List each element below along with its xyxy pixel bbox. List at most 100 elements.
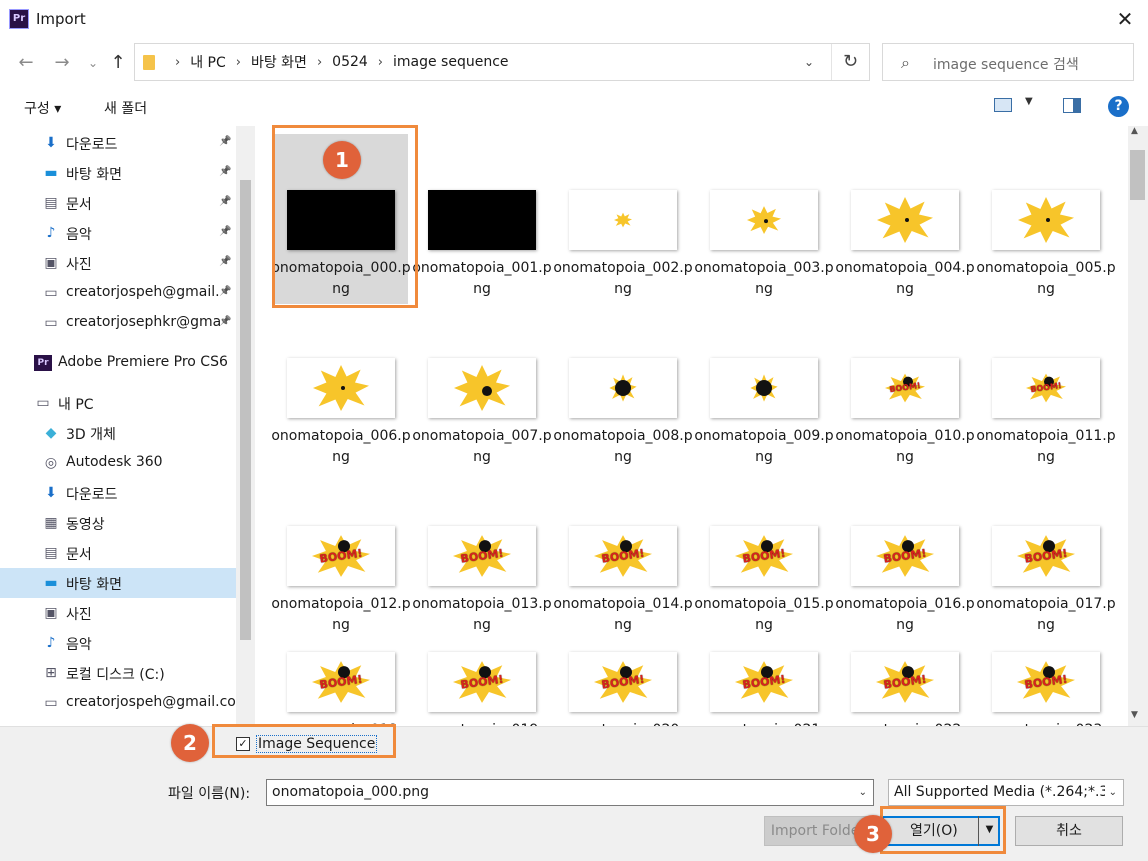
sidebar-item-label: 동영상 <box>66 517 105 533</box>
bomb-graphic <box>482 385 492 396</box>
sidebar-item[interactable]: ▣ 사진 📌 <box>0 248 236 278</box>
close-button[interactable]: ✕ <box>1102 0 1148 38</box>
breadcrumb-item[interactable]: 0524 <box>332 54 368 70</box>
sidebar-item[interactable]: ▭ creatorjospeh@gmail. 📌 <box>0 278 236 308</box>
file-thumbnail <box>710 358 818 418</box>
file-name-field[interactable]: onomatopoia_000.png ⌄ <box>266 779 874 806</box>
document-icon: ▤ <box>44 195 58 211</box>
sidebar-item[interactable]: ▦ 동영상 <box>0 508 236 538</box>
file-thumbnail: BOOM! <box>992 526 1100 586</box>
sidebar-item[interactable]: ▤ 문서 📌 <box>0 188 236 218</box>
sidebar-item[interactable]: ⬇ 다운로드 <box>0 478 236 508</box>
file-item[interactable]: BOOM! onomatopoia_014.png <box>553 470 693 640</box>
file-item[interactable]: BOOM! onomatopoia_016.png <box>835 470 975 640</box>
file-item[interactable]: onomatopoia_007.png <box>412 302 552 472</box>
search-placeholder: image sequence 검색 <box>933 57 1079 73</box>
preview-pane-icon[interactable] <box>1063 98 1081 113</box>
file-type-select[interactable]: All Supported Media (*.264;*.3 ⌄ <box>888 779 1124 806</box>
sidebar-item[interactable]: ▭ 내 PC <box>0 388 236 418</box>
file-item[interactable]: BOOM!onomatopoia_020.png <box>553 638 693 726</box>
sidebar-item[interactable]: ▭ creatorjosephkr@gma 📌 <box>0 308 236 338</box>
sidebar-item[interactable]: Pr Adobe Premiere Pro CS6 <box>0 348 236 378</box>
chevron-down-icon[interactable]: ⌄ <box>859 780 867 805</box>
sidebar-scrollbar-thumb[interactable] <box>240 180 251 640</box>
pin-icon[interactable]: 📌 <box>219 286 231 297</box>
sidebar-item[interactable]: ⊞ 로컬 디스크 (C:) <box>0 658 236 688</box>
file-list-scrollbar-thumb[interactable] <box>1130 150 1145 200</box>
file-thumbnail: BOOM! <box>851 358 959 418</box>
highlight-image-sequence <box>212 724 396 758</box>
sidebar-item[interactable]: ▬ 바탕 화면 📌 <box>0 158 236 188</box>
new-folder-button[interactable]: 새 폴더 <box>104 98 147 118</box>
pin-icon[interactable]: 📌 <box>219 316 231 327</box>
sidebar-item[interactable]: ♪ 음악 📌 <box>0 218 236 248</box>
file-item[interactable]: BOOM! onomatopoia_015.png <box>694 470 834 640</box>
search-input[interactable]: ⌕ image sequence 검색 <box>882 43 1134 81</box>
sidebar-item-label: 사진 <box>66 257 92 273</box>
sidebar-item-label: 사진 <box>66 607 92 623</box>
sidebar-item[interactable]: ▬ 바탕 화면 <box>0 568 236 598</box>
pc-icon: ▭ <box>36 395 50 411</box>
help-button[interactable]: ? <box>1108 96 1129 117</box>
file-item[interactable]: onomatopoia_001.png <box>412 134 552 304</box>
bomb-graphic <box>1046 217 1050 222</box>
burst-graphic <box>614 212 632 228</box>
scroll-up-icon[interactable]: ▲ <box>1131 126 1138 136</box>
burst-figure <box>313 365 369 411</box>
address-bar[interactable]: › 내 PC › 바탕 화면 › 0524 › image sequence ⌄… <box>134 43 870 81</box>
recent-locations-button[interactable]: ⌄ <box>84 50 102 76</box>
breadcrumb-item[interactable]: image sequence <box>393 54 509 70</box>
windows-drive-icon: ⊞ <box>45 665 57 681</box>
file-item[interactable]: BOOM!onomatopoia_023.png <box>976 638 1116 726</box>
chevron-down-icon[interactable]: ⌄ <box>795 48 823 76</box>
pin-icon[interactable]: 📌 <box>219 196 231 207</box>
pin-icon[interactable]: 📌 <box>219 166 231 177</box>
pin-icon[interactable]: 📌 <box>219 256 231 267</box>
file-item[interactable]: onomatopoia_002.png <box>553 134 693 304</box>
file-name-label: onomatopoia_010.png <box>835 428 975 465</box>
sidebar-item[interactable]: ◆ 3D 개체 <box>0 418 236 448</box>
file-name-label: onomatopoia_003.png <box>694 260 834 297</box>
sidebar-item[interactable]: ▤ 문서 <box>0 538 236 568</box>
scroll-down-icon[interactable]: ▼ <box>1131 710 1138 720</box>
sidebar-item[interactable]: ◎ Autodesk 360 <box>0 448 236 478</box>
pin-icon[interactable]: 📌 <box>219 136 231 147</box>
file-thumbnail: BOOM! <box>992 358 1100 418</box>
file-item[interactable]: BOOM! onomatopoia_010.png <box>835 302 975 472</box>
sidebar-item[interactable]: ♪ 음악 <box>0 628 236 658</box>
back-button[interactable]: ← <box>14 50 38 76</box>
file-item[interactable]: BOOM!onomatopoia_022.png <box>835 638 975 726</box>
breadcrumb-item[interactable]: 내 PC <box>190 52 226 72</box>
file-thumbnail: BOOM! <box>287 652 395 712</box>
up-button[interactable]: ↑ <box>106 50 130 76</box>
document-icon: ▤ <box>44 545 58 561</box>
file-list-scrollbar[interactable] <box>1128 126 1148 726</box>
chevron-down-icon[interactable]: ⌄ <box>1104 780 1117 805</box>
file-item[interactable]: BOOM!onomatopoia_018.png <box>271 638 411 726</box>
file-item[interactable]: onomatopoia_003.png <box>694 134 834 304</box>
view-icon[interactable] <box>994 98 1012 112</box>
organize-button[interactable]: 구성 ▾ <box>24 98 61 118</box>
sidebar-item[interactable]: ▭ creatorjospeh@gmail.cor <box>0 688 236 718</box>
file-item[interactable]: onomatopoia_009.png <box>694 302 834 472</box>
refresh-button[interactable]: ↻ <box>831 44 869 80</box>
file-item[interactable]: BOOM! onomatopoia_011.png <box>976 302 1116 472</box>
file-item[interactable]: BOOM!onomatopoia_021.png <box>694 638 834 726</box>
file-item[interactable]: BOOM!onomatopoia_019.png <box>412 638 552 726</box>
file-item[interactable]: onomatopoia_006.png <box>271 302 411 472</box>
file-item[interactable]: onomatopoia_005.png <box>976 134 1116 304</box>
sidebar-item[interactable]: ⬇ 다운로드 📌 <box>0 128 236 158</box>
file-item[interactable]: onomatopoia_004.png <box>835 134 975 304</box>
sidebar-item-label: creatorjospeh@gmail.cor <box>66 694 236 710</box>
file-item[interactable]: onomatopoia_008.png <box>553 302 693 472</box>
view-dropdown-icon[interactable]: ▼ <box>1025 96 1033 107</box>
cancel-button[interactable]: 취소 <box>1015 816 1123 846</box>
forward-button[interactable]: → <box>50 50 74 76</box>
file-item[interactable]: BOOM! onomatopoia_012.png <box>271 470 411 640</box>
file-item[interactable]: BOOM! onomatopoia_013.png <box>412 470 552 640</box>
file-item[interactable]: BOOM! onomatopoia_017.png <box>976 470 1116 640</box>
sidebar-item-label: 음악 <box>66 227 92 243</box>
sidebar-item[interactable]: ▣ 사진 <box>0 598 236 628</box>
breadcrumb-item[interactable]: 바탕 화면 <box>251 52 307 72</box>
pin-icon[interactable]: 📌 <box>219 226 231 237</box>
